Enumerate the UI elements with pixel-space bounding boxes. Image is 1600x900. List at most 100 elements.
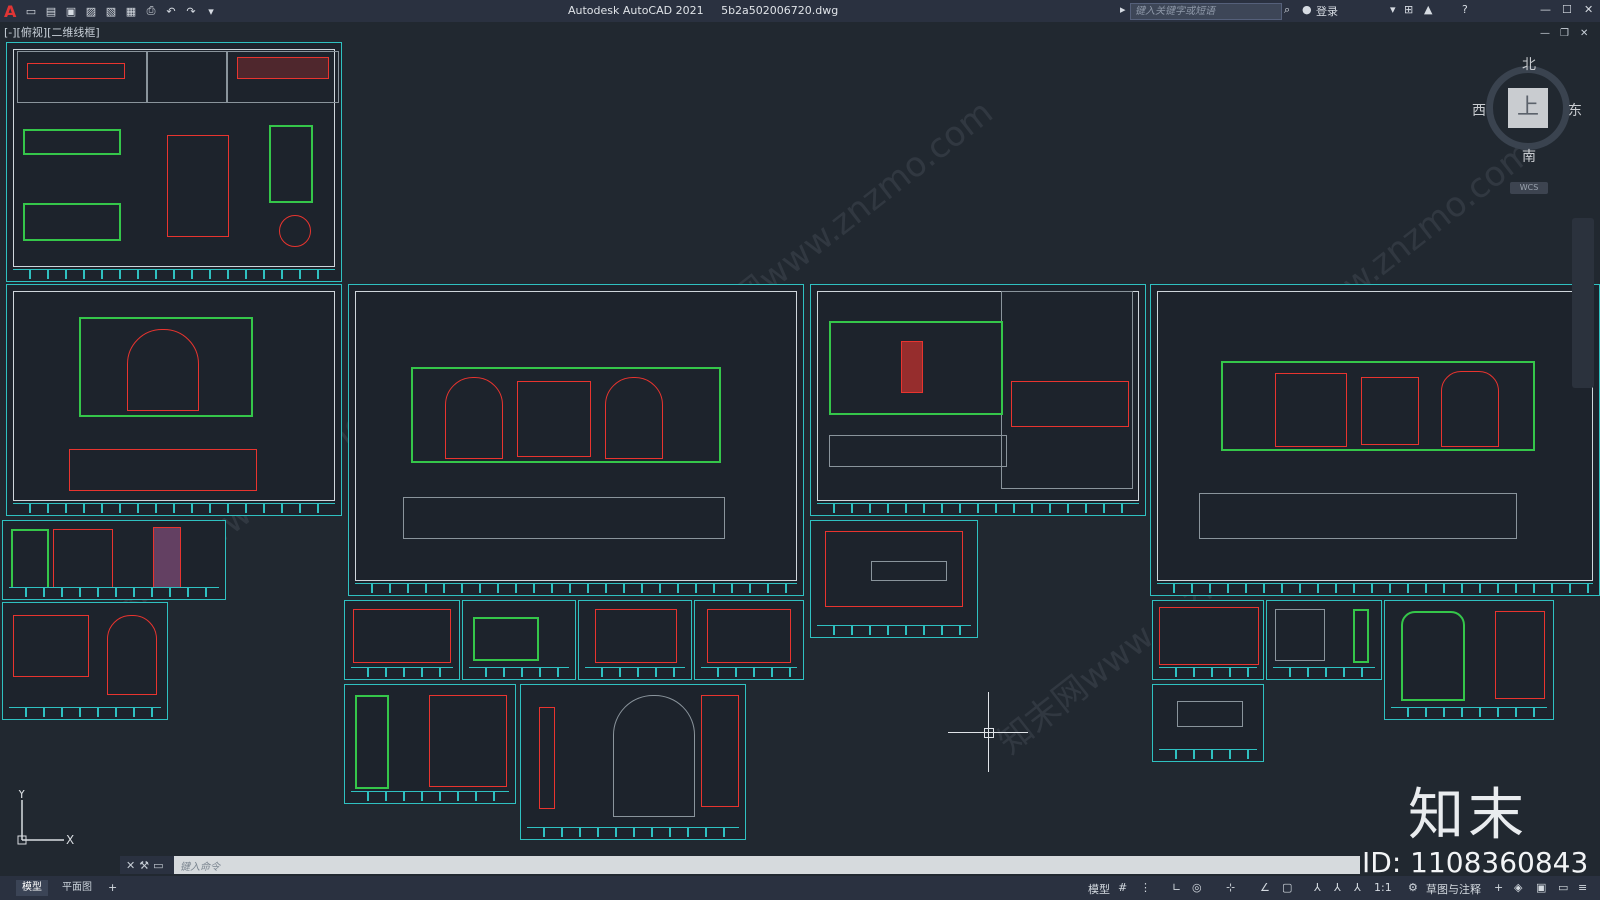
- detail-drawing: [11, 529, 49, 591]
- drawing-sheet[interactable]: [344, 600, 460, 680]
- snap-icon[interactable]: ⋮: [1140, 881, 1151, 894]
- command-input[interactable]: 键入命令: [174, 858, 1360, 873]
- compass-north[interactable]: 北: [1522, 54, 1536, 74]
- navigation-bar[interactable]: [1572, 218, 1594, 388]
- close-icon[interactable]: ✕: [126, 859, 135, 872]
- compass-south[interactable]: 南: [1522, 146, 1536, 166]
- drawing-sheet[interactable]: [348, 284, 804, 596]
- annotation-visibility-icon[interactable]: ⅄: [1314, 881, 1321, 894]
- drawing-sheet[interactable]: [6, 42, 342, 282]
- customize-dropdown-icon[interactable]: ▾: [204, 4, 218, 18]
- title-block: [527, 827, 739, 837]
- drawing-sheet[interactable]: [810, 520, 978, 638]
- tab-model[interactable]: 模型: [16, 880, 48, 896]
- undo-icon[interactable]: ↶: [164, 4, 178, 18]
- title-block: [817, 503, 1139, 513]
- new-file-icon[interactable]: ▭: [24, 4, 38, 18]
- close-icon[interactable]: ✕: [1584, 3, 1593, 16]
- ortho-icon[interactable]: ∟: [1172, 881, 1181, 894]
- title-block: [701, 667, 797, 677]
- elevation-drawing: [605, 377, 663, 459]
- drawing-sheet[interactable]: [1152, 600, 1264, 680]
- plot-icon[interactable]: ▦: [124, 4, 138, 18]
- detail-drawing: [1159, 607, 1259, 665]
- gear-icon[interactable]: ⚙: [1408, 881, 1418, 894]
- drawing-sheet[interactable]: [2, 602, 168, 720]
- quick-access-toolbar: A ▭ ▤ ▣ ▨ ▧ ▦ ⎙ ↶ ↷ ▾: [0, 2, 218, 21]
- search-icon[interactable]: ⌕: [1284, 3, 1290, 17]
- drawing-sheet[interactable]: [462, 600, 576, 680]
- detail-drawing: [13, 615, 89, 677]
- drawing-canvas[interactable]: 知末网www.znzmo.com 知末网www.znzmo.com 知末网www…: [0, 40, 1600, 858]
- clean-screen-icon[interactable]: ▭: [1558, 881, 1568, 894]
- cube-face-top[interactable]: 上: [1508, 88, 1548, 128]
- drawing-sheet[interactable]: [344, 684, 516, 804]
- annotation-scale-icon[interactable]: ⅄: [1354, 881, 1361, 894]
- user-icon[interactable]: ●: [1302, 3, 1312, 16]
- hardware-acceleration-icon[interactable]: ▣: [1536, 881, 1546, 894]
- viewport-close-icon[interactable]: ✕: [1580, 28, 1588, 39]
- drawing-sheet[interactable]: [520, 684, 746, 840]
- section-drawing: [69, 449, 257, 491]
- section-drawing: [403, 497, 725, 539]
- cart-icon[interactable]: ⊞: [1404, 3, 1413, 16]
- elevation-drawing: [517, 381, 591, 457]
- lineweight-icon[interactable]: ∠: [1260, 881, 1270, 894]
- tab-layout[interactable]: 平面图: [56, 880, 98, 896]
- drawing-sheet[interactable]: [1152, 684, 1264, 762]
- model-space-button[interactable]: 模型: [1088, 881, 1110, 897]
- drawing-sheet[interactable]: [578, 600, 692, 680]
- customize-wrench-icon[interactable]: ⚒: [139, 859, 149, 872]
- workspace-dropdown[interactable]: 草图与注释: [1426, 881, 1481, 897]
- viewport-restore-icon[interactable]: ❐: [1560, 28, 1569, 39]
- login-button[interactable]: 登录: [1316, 3, 1338, 19]
- viewport-minimize-icon[interactable]: —: [1540, 28, 1550, 39]
- drawing-sheet[interactable]: [1384, 600, 1554, 720]
- search-input[interactable]: 键入关键字或短语: [1130, 3, 1282, 20]
- command-line[interactable]: ✕ ⚒ ▭ 键入命令: [120, 856, 1360, 874]
- drawing-sheet[interactable]: [694, 600, 804, 680]
- detail-drawing: [1401, 611, 1465, 701]
- add-icon[interactable]: +: [1494, 881, 1503, 894]
- viewport-label[interactable]: [-][俯视][二维线框]: [4, 24, 100, 40]
- section-drawing: [1199, 493, 1517, 539]
- dropdown-icon[interactable]: ▾: [1390, 3, 1396, 16]
- search-expand-icon[interactable]: ▸: [1120, 3, 1126, 16]
- recent-commands-icon[interactable]: ▭: [153, 859, 163, 872]
- publish-icon[interactable]: ▧: [104, 4, 118, 18]
- selection-cycling-icon[interactable]: ▢: [1282, 881, 1292, 894]
- title-block: [817, 625, 971, 635]
- customization-menu-icon[interactable]: ≡: [1578, 881, 1587, 894]
- grid-icon[interactable]: #: [1118, 881, 1127, 894]
- maximize-icon[interactable]: ☐: [1562, 3, 1572, 16]
- save-icon[interactable]: ▣: [64, 4, 78, 18]
- autocad-logo-icon[interactable]: A: [4, 2, 18, 21]
- minimize-icon[interactable]: —: [1540, 3, 1551, 16]
- title-block: [351, 791, 509, 801]
- elevation-drawing: [127, 329, 199, 411]
- osnap-icon[interactable]: ⊹: [1226, 881, 1235, 894]
- drawing-sheet[interactable]: [2, 520, 226, 600]
- add-layout-icon[interactable]: +: [108, 881, 117, 894]
- autoscale-icon[interactable]: ⅄: [1334, 881, 1341, 894]
- view-cube[interactable]: 上 北 南 东 西: [1472, 57, 1582, 165]
- isolate-objects-icon[interactable]: ◈: [1514, 881, 1522, 894]
- drawing-sheet[interactable]: [1150, 284, 1600, 596]
- wcs-menu[interactable]: WCS: [1510, 182, 1548, 194]
- compass-east[interactable]: 东: [1568, 100, 1582, 120]
- drawing-sheet[interactable]: [6, 284, 342, 516]
- compass-west[interactable]: 西: [1472, 100, 1486, 120]
- open-folder-icon[interactable]: ▤: [44, 4, 58, 18]
- polar-icon[interactable]: ◎: [1192, 881, 1202, 894]
- brand-watermark: 知末: [1408, 783, 1528, 848]
- help-icon[interactable]: ?: [1462, 3, 1468, 16]
- scale-dropdown[interactable]: 1:1: [1374, 881, 1392, 894]
- detail-drawing: [595, 609, 677, 663]
- drawing-sheet[interactable]: [1266, 600, 1382, 680]
- title-block: [1391, 707, 1547, 717]
- save-as-icon[interactable]: ▨: [84, 4, 98, 18]
- print-icon[interactable]: ⎙: [144, 4, 158, 18]
- autodesk-app-icon[interactable]: ▲: [1424, 3, 1432, 16]
- drawing-sheet[interactable]: [810, 284, 1146, 516]
- redo-icon[interactable]: ↷: [184, 4, 198, 18]
